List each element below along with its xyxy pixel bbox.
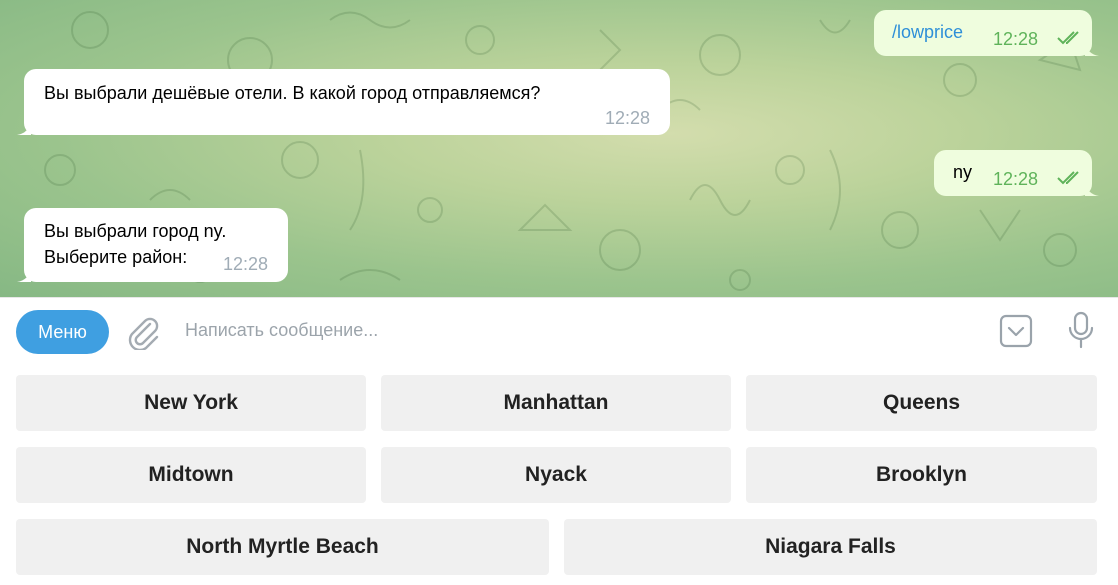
double-check-icon xyxy=(1057,171,1079,185)
message-outgoing: /lowprice 12:28 xyxy=(874,10,1099,56)
keyboard-button-nyack[interactable]: Nyack xyxy=(381,447,731,503)
message-text: Вы выбрали дешёвые отели. В какой город … xyxy=(44,83,541,103)
message-incoming: Вы выбрали дешёвые отели. В какой город … xyxy=(17,69,670,135)
keyboard-button-new-york[interactable]: New York xyxy=(16,375,366,431)
bot-menu-button[interactable]: Меню xyxy=(16,310,109,354)
message-time: 12:28 xyxy=(223,254,269,274)
message-time: 12:28 xyxy=(993,29,1039,49)
paperclip-icon[interactable] xyxy=(126,314,160,350)
message-time: 12:28 xyxy=(605,108,651,128)
bot-keyboard-icon[interactable] xyxy=(999,314,1033,348)
bubble-tail xyxy=(17,268,31,282)
keyboard-button-manhattan[interactable]: Manhattan xyxy=(381,375,731,431)
bot-command-link[interactable]: /lowprice xyxy=(892,20,963,44)
message-incoming: Вы выбрали город ny. Выберите район: 12:… xyxy=(17,208,288,282)
keyboard-button-midtown[interactable]: Midtown xyxy=(16,447,366,503)
keyboard-button-north-myrtle-beach[interactable]: North Myrtle Beach xyxy=(16,519,549,575)
keyboard-button-queens[interactable]: Queens xyxy=(746,375,1097,431)
message-line: Вы выбрали город ny. xyxy=(44,221,227,241)
message-line: Выберите район: xyxy=(44,247,188,267)
bubble-tail xyxy=(17,121,31,135)
message-text: ny xyxy=(953,162,973,182)
keyboard-button-niagara-falls[interactable]: Niagara Falls xyxy=(564,519,1097,575)
message-input[interactable]: Написать сообщение... xyxy=(185,320,378,341)
microphone-icon[interactable] xyxy=(1066,311,1096,349)
keyboard-button-brooklyn[interactable]: Brooklyn xyxy=(746,447,1097,503)
message-time: 12:28 xyxy=(993,169,1039,189)
bubble-tail xyxy=(1085,42,1099,56)
reply-keyboard: New York Manhattan Queens Midtown Nyack … xyxy=(0,365,1118,585)
message-composer: Меню Написать сообщение... xyxy=(0,297,1118,365)
double-check-icon xyxy=(1057,31,1079,45)
message-outgoing: ny 12:28 xyxy=(934,150,1099,196)
bubble-tail xyxy=(1085,182,1099,196)
chat-area: /lowprice 12:28 Вы выбрали дешёвые отели… xyxy=(0,0,1118,297)
